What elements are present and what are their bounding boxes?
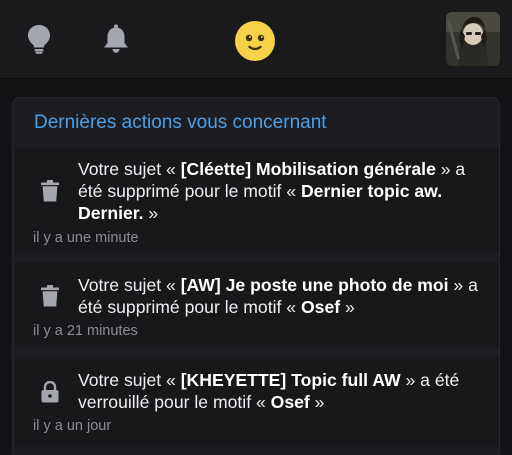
avatar-image [446,12,500,66]
notification-item[interactable]: Votre sujet « [AW] Je poste une photo de… [15,262,499,347]
notification-time: il y a 21 minutes [33,323,138,339]
smiley-icon[interactable] [234,20,276,62]
lock-icon [41,381,59,403]
lightbulb-icon[interactable] [26,24,52,54]
panel-title: Dernières actions vous concernant [34,112,327,133]
notification-text: Votre sujet « [KHEYETTE] Topic full AW »… [78,370,460,412]
avatar[interactable] [446,12,500,66]
bell-icon[interactable] [102,24,130,54]
notifications-panel: Dernières actions vous concernant Votre … [12,97,500,455]
notification-time: il y a un jour [33,418,112,434]
notification-time: il y a une minute [33,230,139,246]
notification-text: Votre sujet « [Cléette] Mobilisation gén… [78,159,466,223]
top-bar [0,0,512,79]
notification-item[interactable]: Votre sujet « [KHEYETTE] Topic full AW »… [15,357,499,447]
notification-text: Votre sujet « [AW] Je poste une photo de… [78,275,478,317]
trash-icon [41,180,59,202]
trash-icon [41,285,59,307]
notification-item[interactable]: Votre sujet « [Cléette] Mobilisation gén… [15,148,499,253]
